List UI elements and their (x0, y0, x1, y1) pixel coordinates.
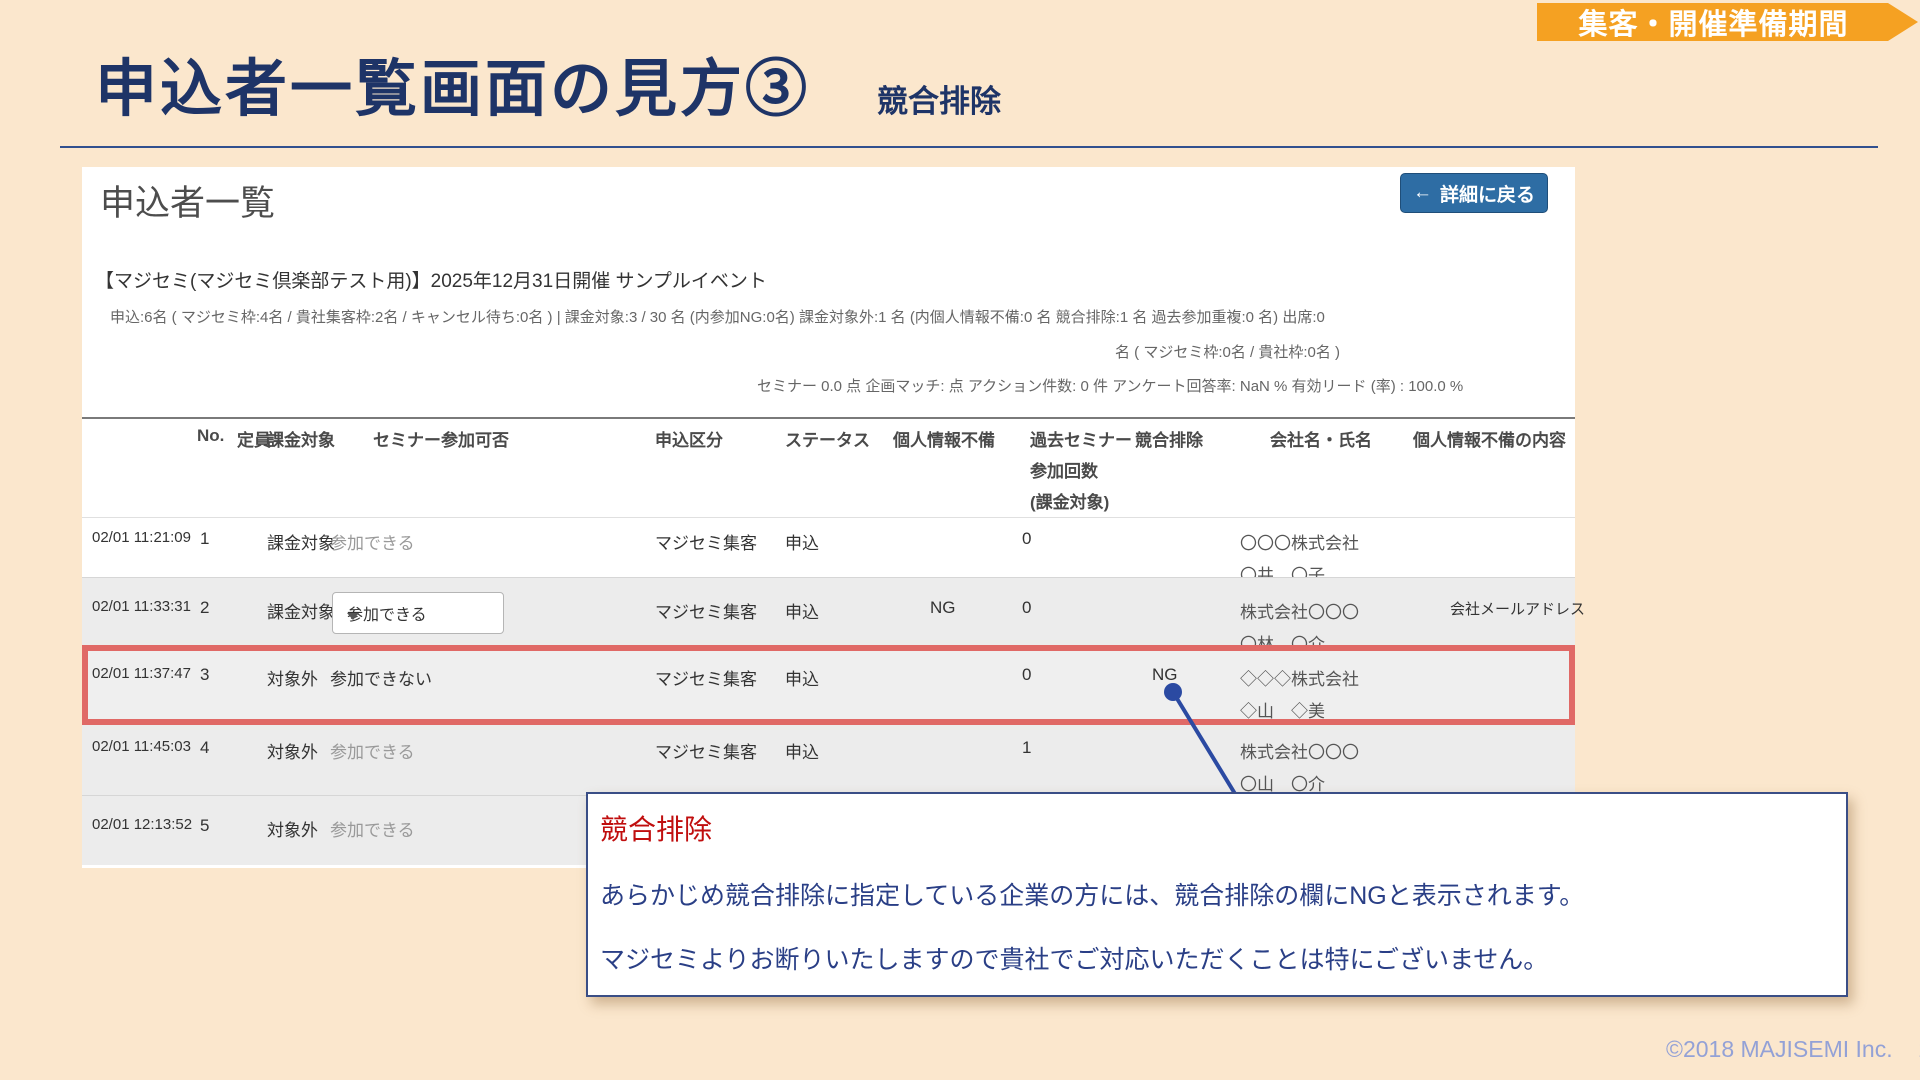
col-header-exclusion: 競合排除 (1135, 426, 1203, 451)
col-header-past-count: 参加回数 (1030, 457, 1098, 482)
slide-canvas: 集客・開催準備期間 申込者一覧画面の見方③ 競合排除 申込者一覧 ← 詳細に戻る… (0, 0, 1920, 1080)
col-header-category: 申込区分 (655, 426, 723, 451)
table-row: 02/01 11:33:31 2 課金対象 参加できる マジセミ集客 申込 NG… (82, 577, 1575, 645)
cell-no: 4 (200, 738, 209, 758)
back-to-detail-button[interactable]: ← 詳細に戻る (1400, 173, 1548, 213)
cell-time: 02/01 11:21:09 (92, 529, 191, 546)
cell-attendance: 参加できる (330, 816, 415, 841)
cell-no: 5 (200, 816, 209, 836)
cell-category: マジセミ集客 (655, 598, 757, 623)
title-divider (60, 146, 1878, 148)
col-header-no: No. (197, 426, 224, 446)
back-button-label: 詳細に戻る (1440, 180, 1535, 207)
col-header-past-billing: (課金対象) (1030, 488, 1109, 513)
col-header-capacity: 定員 (237, 426, 271, 451)
cell-no: 3 (200, 665, 209, 685)
cell-billing: 対象外 (267, 816, 318, 841)
col-header-missing-detail: 個人情報不備の内容 (1413, 426, 1566, 451)
cell-no: 2 (200, 598, 209, 618)
cell-status: 申込 (785, 529, 819, 554)
cell-time: 02/01 12:13:52 (92, 816, 192, 833)
callout-line-1: あらかじめ競合排除に指定している企業の方には、競合排除の欄にNGと表示されます。 (600, 876, 1584, 912)
cell-exclusion-ng: NG (1152, 665, 1178, 685)
cell-company: 株式会社〇〇〇 (1240, 738, 1359, 763)
cell-attendance: 参加できない (330, 665, 432, 690)
cell-no: 1 (200, 529, 209, 549)
cell-past-count: 0 (1022, 529, 1031, 549)
event-title: 【マジセミ(マジセミ倶楽部テスト用)】2025年12月31日開催 サンプルイベン… (95, 266, 767, 293)
cell-time: 02/01 11:45:03 (92, 738, 191, 755)
cell-time: 02/01 11:37:47 (92, 665, 191, 682)
phase-banner-label: 集客・開催準備期間 (1578, 1, 1848, 43)
chevron-down-icon (347, 613, 359, 620)
cell-category: マジセミ集客 (655, 738, 757, 763)
page-title: 申込者一覧画面の見方③ (95, 38, 810, 128)
callout-box: 競合排除 あらかじめ競合排除に指定している企業の方には、競合排除の欄にNGと表示… (586, 792, 1848, 997)
cell-past-count: 0 (1022, 665, 1031, 685)
col-header-status: ステータス (785, 426, 870, 451)
stats-line-3: セミナー 0.0 点 企画マッチ: 点 アクション件数: 0 件 アンケート回答… (757, 375, 1463, 396)
cell-attendance: 参加できる (330, 529, 415, 554)
table-row: 02/01 11:45:03 4 対象外 参加できる マジセミ集客 申込 1 株… (82, 725, 1575, 795)
col-header-billing: 課金対象 (267, 426, 335, 451)
cell-past-count: 0 (1022, 598, 1031, 618)
col-header-past-seminar: 過去セミナー (1030, 426, 1132, 451)
panel-heading: 申込者一覧 (100, 175, 275, 226)
stats-line-1: 申込:6名 ( マジセミ枠:4名 / 貴社集客枠:2名 / キャンセル待ち:0名… (110, 306, 1325, 327)
cell-category: マジセミ集客 (655, 529, 757, 554)
callout-line-2: マジセミよりお断りいたしますので貴社でご対応いただくことは特にございません。 (600, 940, 1548, 976)
table-row-highlighted: 02/01 11:37:47 3 対象外 参加できない マジセミ集客 申込 0 … (82, 645, 1575, 725)
table-row: 02/01 11:21:09 1 課金対象 参加できる マジセミ集客 申込 0 … (82, 517, 1575, 577)
cell-attendance: 参加できる (330, 738, 415, 763)
cell-category: マジセミ集客 (655, 665, 757, 690)
cell-billing: 対象外 (267, 665, 318, 690)
cell-billing: 対象外 (267, 738, 318, 763)
col-header-company: 会社名・氏名 (1270, 426, 1372, 451)
cell-past-count: 1 (1022, 738, 1031, 758)
col-header-info-missing: 個人情報不備 (893, 426, 995, 451)
cell-status: 申込 (785, 598, 819, 623)
applicant-list-panel: 申込者一覧 ← 詳細に戻る 【マジセミ(マジセミ倶楽部テスト用)】2025年12… (82, 167, 1575, 868)
cell-time: 02/01 11:33:31 (92, 598, 191, 615)
cell-company: 株式会社〇〇〇 (1240, 598, 1359, 623)
stats-line-2: 名 ( マジセミ枠:0名 / 貴社枠:0名 ) (1115, 341, 1340, 362)
attendance-select[interactable]: 参加できる (332, 592, 504, 634)
cell-company: 〇〇〇株式会社 (1240, 529, 1359, 554)
cell-info-missing: NG (930, 598, 956, 618)
back-arrow-icon: ← (1413, 182, 1432, 204)
cell-status: 申込 (785, 665, 819, 690)
phase-banner: 集客・開催準備期間 (1537, 3, 1918, 41)
slide-footer: ©2018 MAJISEMI Inc. 26 (1666, 1036, 1920, 1063)
copyright-text: ©2018 MAJISEMI Inc. (1666, 1036, 1893, 1063)
callout-title: 競合排除 (600, 808, 712, 848)
table-header-row: No. 定員 課金対象 セミナー参加可否 申込区分 ステータス 個人情報不備 過… (82, 417, 1575, 507)
page-subtitle: 競合排除 (877, 76, 1001, 121)
col-header-attendance: セミナー参加可否 (373, 426, 509, 451)
cell-billing: 課金対象 (267, 529, 335, 554)
cell-billing: 課金対象 (267, 598, 335, 623)
cell-company: ◇◇◇株式会社 (1240, 665, 1359, 690)
cell-missing-detail: 会社メールアドレス (1450, 598, 1585, 619)
cell-person: ◇山 ◇美 (1240, 697, 1325, 722)
cell-status: 申込 (785, 738, 819, 763)
